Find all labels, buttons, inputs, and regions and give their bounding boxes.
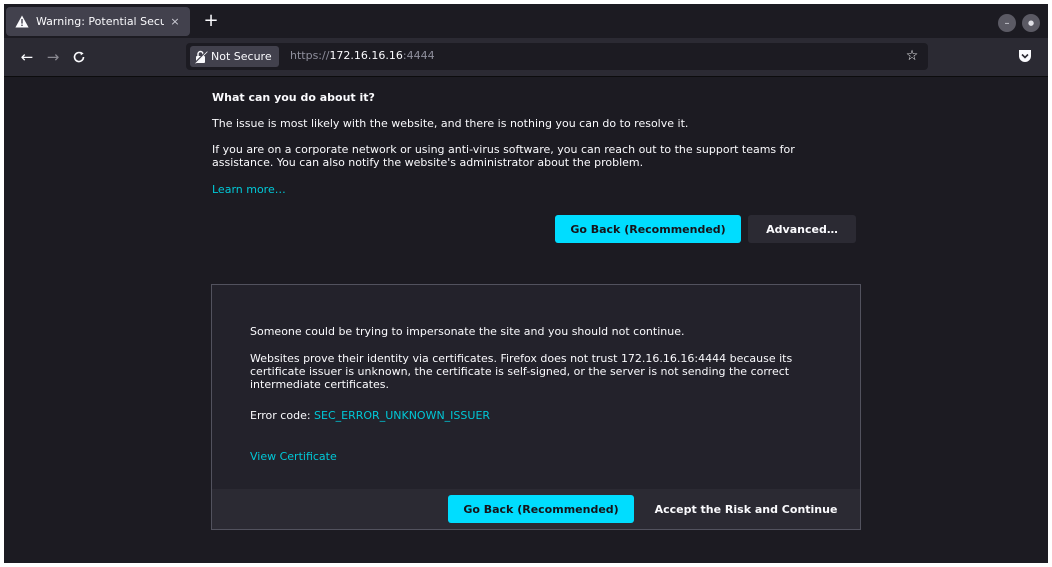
url-text[interactable]: https://172.16.16.16:4444 <box>290 49 435 62</box>
bookmark-star-icon[interactable]: ☆ <box>904 48 920 64</box>
url-host: 172.16.16.16 <box>329 49 403 62</box>
tab-strip: Warning: Potential Secu × + – ● <box>4 4 1048 38</box>
url-scheme: https:// <box>290 49 330 62</box>
advanced-panel-footer: Go Back (Recommended) Accept the Risk an… <box>212 489 860 529</box>
url-port: :4444 <box>402 49 435 62</box>
page-content: What can you do about it? The issue is m… <box>4 77 1048 563</box>
forward-arrow-icon[interactable]: → <box>44 48 62 66</box>
go-back-button[interactable]: Go Back (Recommended) <box>555 215 741 243</box>
accept-risk-button[interactable]: Accept the Risk and Continue <box>646 495 846 523</box>
error-code-link[interactable]: SEC_ERROR_UNKNOWN_ISSUER <box>314 409 490 422</box>
broken-lock-icon <box>194 49 208 64</box>
close-glyph: ● <box>1027 19 1035 27</box>
minimize-glyph: – <box>1004 17 1010 29</box>
tab-close-icon[interactable]: × <box>168 15 182 28</box>
go-back-button-bottom[interactable]: Go Back (Recommended) <box>448 495 634 523</box>
not-secure-label: Not Secure <box>211 50 272 63</box>
explanation-paragraph-2: If you are on a corporate network or usi… <box>212 143 795 169</box>
tab-warning[interactable]: Warning: Potential Secu × <box>6 7 190 36</box>
not-secure-badge[interactable]: Not Secure <box>190 46 279 67</box>
certificate-explanation: Websites prove their identity via certif… <box>250 352 793 391</box>
explanation-paragraph-1: The issue is most likely with the websit… <box>212 117 689 130</box>
impersonation-warning: Someone could be trying to impersonate t… <box>250 325 685 338</box>
view-certificate-link[interactable]: View Certificate <box>250 450 337 463</box>
new-tab-icon[interactable]: + <box>202 12 220 30</box>
back-arrow-icon[interactable]: ← <box>18 48 36 66</box>
close-window-icon[interactable]: ● <box>1022 14 1040 32</box>
url-bar[interactable]: Not Secure https://172.16.16.16:4444 ☆ <box>186 43 928 70</box>
tab-title: Warning: Potential Secu <box>36 15 164 28</box>
minimize-icon[interactable]: – <box>998 14 1016 32</box>
error-code-label: Error code: <box>250 409 315 422</box>
reload-icon[interactable] <box>70 48 88 66</box>
pocket-shield-icon[interactable] <box>1018 49 1032 65</box>
warning-icon <box>14 15 30 29</box>
advanced-panel: Someone could be trying to impersonate t… <box>211 284 861 530</box>
nav-bar: ← → Not Secure https://172.16.16.16:4444… <box>4 38 1048 77</box>
learn-more-link[interactable]: Learn more… <box>212 183 286 196</box>
advanced-button[interactable]: Advanced… <box>748 215 856 243</box>
error-code-line: Error code: SEC_ERROR_UNKNOWN_ISSUER <box>250 409 810 422</box>
page-heading: What can you do about it? <box>212 91 375 104</box>
browser-window: Warning: Potential Secu × + – ● ← → Not … <box>4 4 1048 563</box>
